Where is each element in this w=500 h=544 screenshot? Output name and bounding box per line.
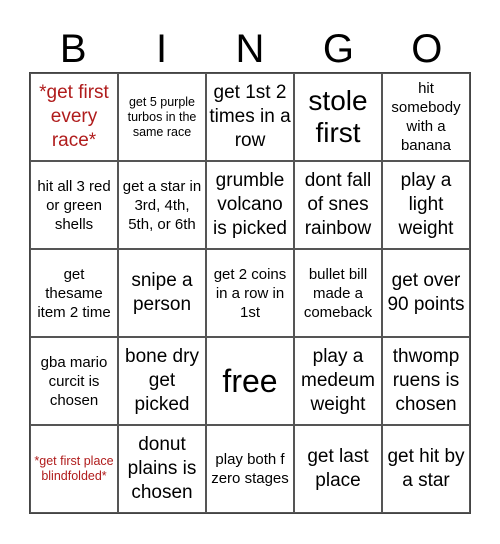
bingo-cell-text: bone dry get picked [125,346,199,415]
bingo-cell[interactable]: play a light weight [382,161,470,249]
bingo-cell[interactable]: get 5 purple turbos in the same race [118,73,206,161]
bingo-cell-text: snipe a person [131,270,193,315]
bingo-cell-text: gba mario curcit is chosen [40,353,108,409]
header-letter-i: I [156,27,168,71]
bingo-cell-text: hit all 3 red or green shells [37,177,111,233]
header-letter-g: G [322,27,354,71]
bingo-cell-text: bullet bill made a comeback [303,265,373,321]
bingo-cell[interactable]: get 2 coins in a row in 1st [206,249,294,337]
bingo-cell-text: stole first [308,85,368,148]
bingo-cell[interactable]: get over 90 points [382,249,470,337]
bingo-cell-text: thwomp ruens is chosen [392,346,460,415]
bingo-cell-text: donut plains is chosen [127,434,197,503]
bingo-grid: *get first every race* get 5 purple turbo… [29,72,471,514]
header-letter-n: N [235,27,265,71]
bingo-cell[interactable]: play a medeum weight [294,337,382,425]
bingo-cell[interactable]: gba mario curcit is chosen [30,337,118,425]
bingo-cell[interactable]: get 1st 2 times in a row [206,73,294,161]
bingo-cell[interactable]: get a star in 3rd, 4th, 5th, or 6th [118,161,206,249]
bingo-cell-text: get over 90 points [387,270,465,315]
bingo-cell-text: free [222,363,278,399]
bingo-cell[interactable]: get thesame item 2 time [30,249,118,337]
header-letter-b: B [59,27,87,71]
bingo-cell-text: play a light weight [398,170,454,239]
bingo-cell[interactable]: *get first every race* [30,73,118,161]
bingo-cell-text: *get first every race* [39,82,109,151]
bingo-cell-text: dont fall of snes rainbow [304,170,372,239]
bingo-cell[interactable]: get last place [294,425,382,513]
bingo-cell[interactable]: snipe a person [118,249,206,337]
bingo-cell-text: hit somebody with a banana [391,80,461,154]
bingo-cell[interactable]: hit somebody with a banana [382,73,470,161]
bingo-cell-text: get 1st 2 times in a row [209,82,291,151]
bingo-cell-text: get last place [307,446,369,491]
bingo-cell[interactable]: donut plains is chosen [118,425,206,513]
bingo-cell-text: play both f zero stages [211,451,289,487]
bingo-cell[interactable]: thwomp ruens is chosen [382,337,470,425]
bingo-cell[interactable]: grumble volcano is picked [206,161,294,249]
bingo-cell-text: *get first place blindfolded* [34,454,114,483]
free-space-cell[interactable]: free [206,337,294,425]
bingo-cell-text: play a medeum weight [301,346,375,415]
bingo-cell-text: grumble volcano is picked [213,170,287,239]
bingo-cell[interactable]: stole first [294,73,382,161]
bingo-cell-text: get a star in 3rd, 4th, 5th, or 6th [122,177,202,233]
bingo-cell[interactable]: get hit by a star [382,425,470,513]
bingo-cell-text: get 2 coins in a row in 1st [213,265,287,321]
bingo-cell[interactable]: hit all 3 red or green shells [30,161,118,249]
bingo-cell[interactable]: *get first place blindfolded* [30,425,118,513]
bingo-cell[interactable]: bullet bill made a comeback [294,249,382,337]
bingo-cell[interactable]: bone dry get picked [118,337,206,425]
bingo-cell-text: get 5 purple turbos in the same race [127,94,197,139]
bingo-header: B I N G O [29,26,471,72]
bingo-cell-text: get thesame item 2 time [37,265,111,321]
bingo-cell[interactable]: play both f zero stages [206,425,294,513]
bingo-cell-text: get hit by a star [387,446,465,491]
bingo-cell[interactable]: dont fall of snes rainbow [294,161,382,249]
header-letter-o: O [411,27,443,71]
